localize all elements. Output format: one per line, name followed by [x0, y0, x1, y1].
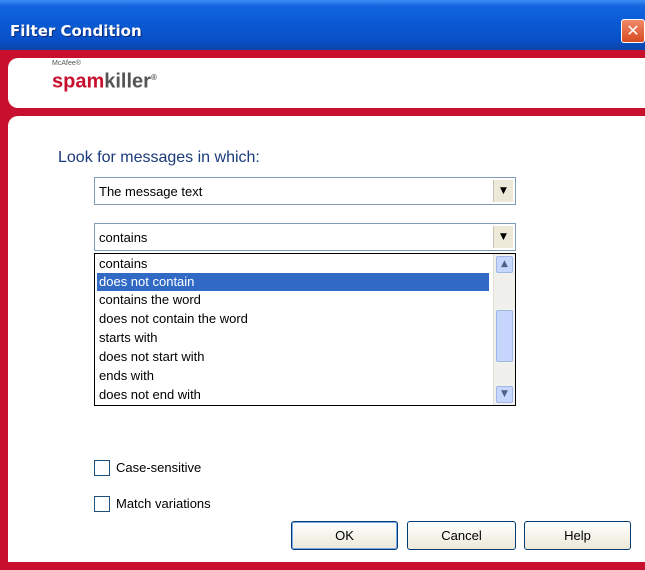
list-item[interactable]: ends with — [97, 367, 489, 385]
match-variations-label[interactable]: Match variations — [116, 496, 211, 511]
filter-condition-dialog: Filter Condition ✕ McAfee® spamkiller® L… — [0, 0, 645, 570]
spamkiller-logo: McAfee® spamkiller® — [52, 60, 157, 92]
help-button[interactable]: Help — [524, 521, 631, 550]
chevron-down-icon[interactable]: ▼ — [493, 226, 513, 248]
field-select[interactable]: The message text ▼ — [94, 177, 516, 205]
logo-product: spamkiller® — [52, 70, 157, 93]
logo-vendor: McAfee® — [52, 60, 81, 67]
operator-dropdown-list[interactable]: contains does not contain contains the w… — [94, 253, 516, 406]
case-sensitive-checkbox[interactable] — [94, 460, 110, 476]
chevron-down-icon[interactable]: ▼ — [493, 180, 513, 202]
field-select-value: The message text — [99, 184, 203, 199]
scroll-up-icon[interactable]: ▲ — [496, 256, 513, 273]
list-item[interactable]: starts with — [97, 329, 489, 347]
title-bar[interactable]: Filter Condition ✕ — [0, 0, 645, 50]
case-sensitive-label[interactable]: Case-sensitive — [116, 460, 201, 475]
operator-select[interactable]: contains ▼ — [94, 223, 516, 251]
list-scrollbar[interactable]: ▲ ▼ — [493, 254, 515, 405]
match-variations-checkbox[interactable] — [94, 496, 110, 512]
brand-banner: McAfee® spamkiller® — [8, 58, 645, 108]
cancel-button[interactable]: Cancel — [407, 521, 516, 550]
list-item[interactable]: does not contain — [97, 273, 489, 291]
scrollbar-thumb[interactable] — [496, 310, 513, 362]
window-title: Filter Condition — [10, 22, 142, 40]
list-item[interactable]: contains the word — [97, 291, 489, 309]
close-icon[interactable]: ✕ — [621, 19, 645, 43]
scroll-down-icon[interactable]: ▼ — [496, 386, 513, 403]
ok-button[interactable]: OK — [291, 521, 398, 550]
list-item[interactable]: does not start with — [97, 348, 489, 366]
list-item[interactable]: does not end with — [97, 386, 489, 404]
prompt-label: Look for messages in which: — [58, 149, 260, 166]
list-item[interactable]: does not contain the word — [97, 310, 489, 328]
list-item[interactable]: contains — [97, 255, 489, 273]
operator-select-value: contains — [99, 230, 148, 245]
